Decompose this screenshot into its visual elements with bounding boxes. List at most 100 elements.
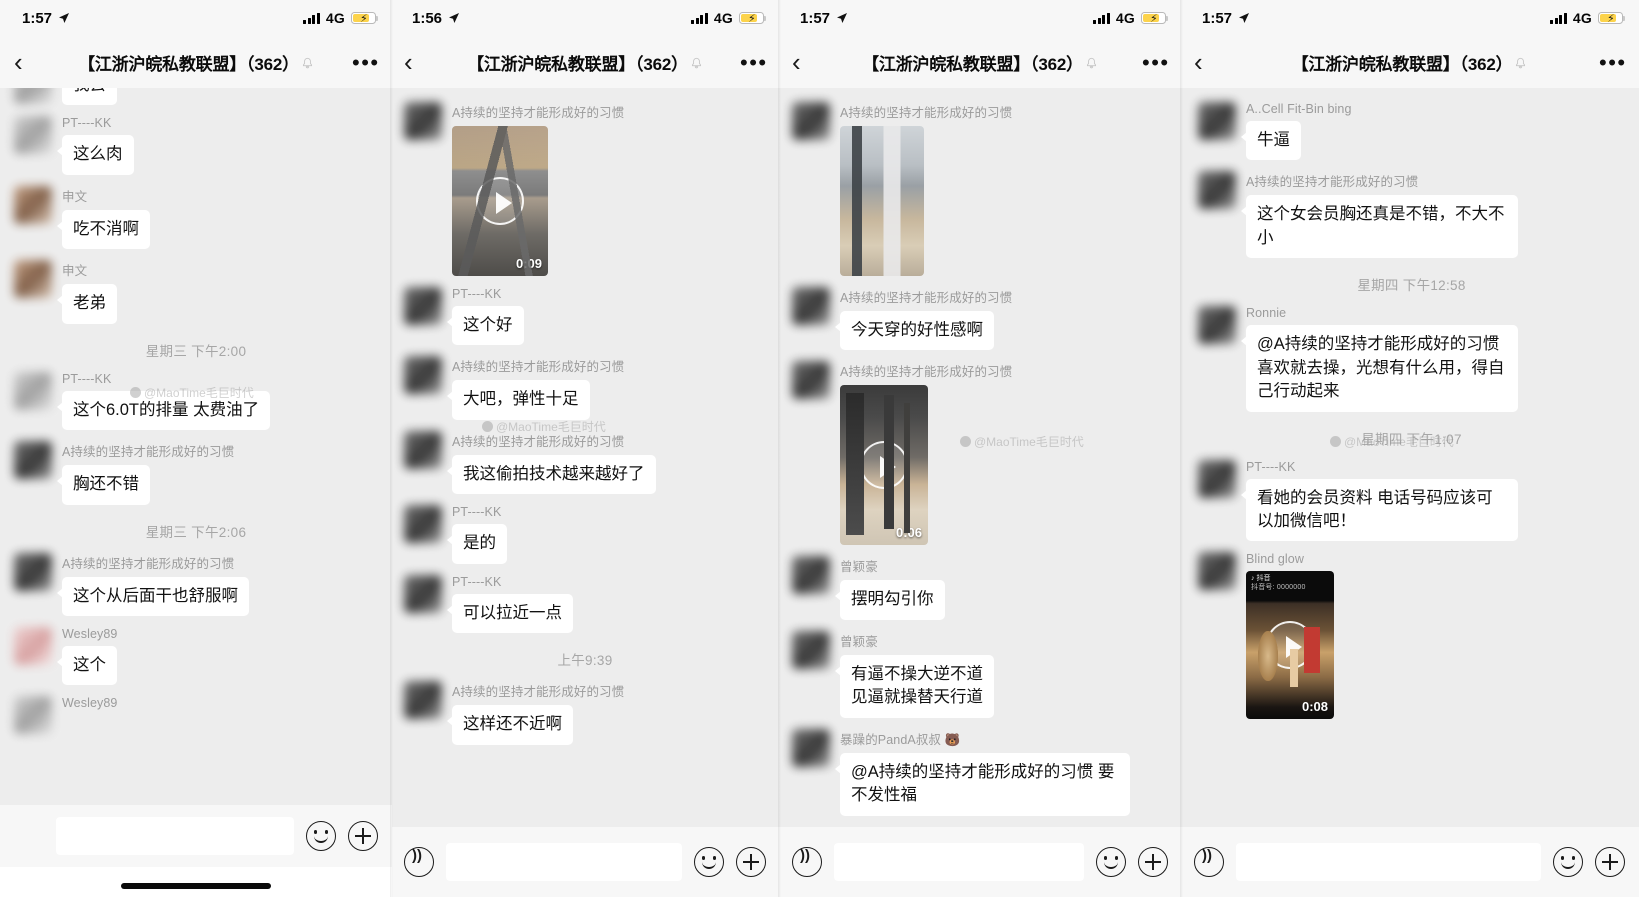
- avatar[interactable]: [792, 728, 830, 767]
- avatar[interactable]: [404, 574, 442, 613]
- message-input[interactable]: [1236, 843, 1541, 881]
- avatar[interactable]: [792, 556, 830, 595]
- message-bubble[interactable]: 这个好: [447, 306, 524, 346]
- status-right-1: 4G ⚡: [303, 10, 379, 26]
- message-bubble[interactable]: 我去: [62, 88, 117, 106]
- message-bubble[interactable]: 这个6.0T的排量 太费油了: [56, 390, 271, 431]
- more-options-button[interactable]: •••: [1142, 51, 1168, 73]
- message-bubble[interactable]: 牛逼: [1241, 121, 1301, 161]
- message-input[interactable]: [446, 843, 682, 881]
- avatar[interactable]: [1198, 552, 1236, 591]
- message-row: A..Cell Fit-Bin bing 牛逼: [1198, 102, 1625, 161]
- message-list-1[interactable]: @MaoTime毛巨时代 我去 PT----KK 这么肉 申文 吃不消啊: [0, 88, 392, 897]
- message-bubble[interactable]: 看她的会员资料 电话号码应该可以加微信吧！: [1241, 478, 1518, 542]
- message-bubble[interactable]: 今天穿的好性感啊: [835, 311, 994, 351]
- page-title: 【江浙沪皖私教联盟】（362）: [430, 50, 740, 75]
- play-icon[interactable]: [476, 177, 524, 225]
- avatar[interactable]: [792, 102, 830, 140]
- avatar[interactable]: [14, 260, 52, 299]
- back-button[interactable]: ‹: [14, 49, 40, 75]
- avatar[interactable]: [404, 287, 442, 325]
- timestamp-divider: 上午9:39: [557, 653, 613, 669]
- voice-icon[interactable]: [1194, 847, 1224, 877]
- message-bubble[interactable]: 胸还不错: [57, 465, 150, 505]
- avatar[interactable]: [14, 626, 52, 665]
- message-list-2[interactable]: @MaoTime毛巨时代 A持续的坚持才能形成好的习惯 0:09 PT----K…: [390, 88, 780, 897]
- back-button[interactable]: ‹: [792, 49, 818, 75]
- message-bubble[interactable]: 老弟: [57, 284, 117, 324]
- voice-icon[interactable]: [792, 847, 822, 877]
- message-bubble[interactable]: 这个: [57, 645, 117, 686]
- avatar[interactable]: [14, 371, 52, 410]
- avatar[interactable]: [14, 185, 52, 224]
- avatar[interactable]: [792, 287, 830, 325]
- avatar[interactable]: [14, 88, 52, 104]
- message-bubble[interactable]: @A持续的坚持才能形成好的习惯 要不发性福: [835, 752, 1130, 816]
- message-bubble[interactable]: 有逼不操大逆不道 见逼就操替天行道: [835, 654, 994, 718]
- message-input[interactable]: [834, 843, 1084, 881]
- avatar[interactable]: [792, 361, 830, 400]
- smiley-icon[interactable]: [1553, 847, 1583, 877]
- avatar[interactable]: [792, 630, 830, 669]
- message-bubble[interactable]: 这样还不近啊: [447, 705, 573, 745]
- back-button[interactable]: ‹: [404, 49, 430, 75]
- battery-icon: ⚡: [1598, 12, 1626, 25]
- plus-icon[interactable]: [736, 847, 766, 877]
- avatar[interactable]: [404, 430, 442, 469]
- signal-icon: [303, 12, 320, 24]
- play-icon[interactable]: [1266, 621, 1314, 670]
- message-bubble[interactable]: 可以拉近一点: [447, 593, 573, 634]
- smiley-icon[interactable]: [694, 847, 724, 877]
- message-bubble[interactable]: 这么肉: [57, 135, 134, 175]
- more-options-button[interactable]: •••: [352, 51, 378, 73]
- avatar[interactable]: [1198, 102, 1236, 140]
- more-options-button[interactable]: •••: [740, 51, 766, 73]
- message-bubble[interactable]: 我这偷拍技术越来越好了: [447, 454, 656, 495]
- avatar[interactable]: [1198, 306, 1236, 345]
- avatar[interactable]: [14, 696, 52, 735]
- message-bubble[interactable]: 摆明勾引你: [835, 580, 945, 620]
- message-bubble[interactable]: 这个女会员胸还真是不错，不大不小: [1241, 195, 1518, 259]
- message-row: PT----KK 这么肉: [14, 116, 378, 175]
- sender-name: A..Cell Fit-Bin bing: [1246, 102, 1352, 116]
- message-list-4[interactable]: @MaoTime毛巨时代 A..Cell Fit-Bin bing 牛逼 A持续…: [1180, 88, 1639, 897]
- smiley-icon[interactable]: [306, 821, 336, 851]
- message-row: 曾颖豪 有逼不操大逆不道 见逼就操替天行道: [792, 630, 1168, 718]
- avatar[interactable]: [404, 102, 442, 140]
- avatar[interactable]: [14, 552, 52, 591]
- avatar[interactable]: [14, 116, 52, 155]
- network-label: 4G: [325, 10, 345, 26]
- smiley-icon[interactable]: [1096, 847, 1126, 877]
- voice-icon[interactable]: [404, 847, 434, 877]
- avatar[interactable]: [404, 356, 442, 395]
- image-thumbnail[interactable]: [840, 126, 924, 276]
- status-right-4: 4G ⚡: [1550, 10, 1626, 26]
- message-row: A持续的坚持才能形成好的习惯 胸还不错: [14, 441, 378, 505]
- plus-icon[interactable]: [1138, 847, 1168, 877]
- avatar[interactable]: [1198, 171, 1236, 210]
- message-row: PT----KK 是的: [404, 505, 766, 564]
- avatar[interactable]: [404, 681, 442, 720]
- avatar[interactable]: [404, 505, 442, 544]
- video-thumbnail[interactable]: 0:09: [452, 126, 548, 276]
- play-icon[interactable]: [860, 441, 908, 490]
- video-thumbnail[interactable]: ♪ 抖音 抖音号: 0000000 0:08: [1246, 571, 1334, 720]
- status-left-4: 1:57: [1202, 10, 1250, 27]
- video-thumbnail[interactable]: 0:06: [840, 385, 928, 546]
- message-bubble[interactable]: @A持续的坚持才能形成好的习惯 喜欢就去操，光想有什么用，得自己行动起来: [1241, 325, 1518, 412]
- sender-name: 申文: [62, 264, 88, 279]
- message-bubble[interactable]: 这个从后面干也舒服啊: [57, 576, 249, 616]
- status-bar-4: 1:57 4G ⚡: [1180, 0, 1639, 36]
- home-indicator: [121, 883, 271, 889]
- message-bubble[interactable]: 大吧，弹性十足: [447, 380, 590, 420]
- avatar[interactable]: [14, 441, 52, 480]
- avatar[interactable]: [1198, 459, 1236, 498]
- message-bubble[interactable]: 是的: [447, 524, 507, 564]
- plus-icon[interactable]: [1595, 847, 1625, 877]
- message-list-3[interactable]: @MaoTime毛巨时代 A持续的坚持才能形成好的习惯 A持续的坚持才能形成好的…: [778, 88, 1182, 897]
- more-options-button[interactable]: •••: [1599, 51, 1625, 73]
- back-button[interactable]: ‹: [1194, 49, 1220, 75]
- message-input[interactable]: [56, 817, 294, 855]
- message-bubble[interactable]: 吃不消啊: [57, 209, 150, 250]
- plus-icon[interactable]: [348, 821, 378, 851]
